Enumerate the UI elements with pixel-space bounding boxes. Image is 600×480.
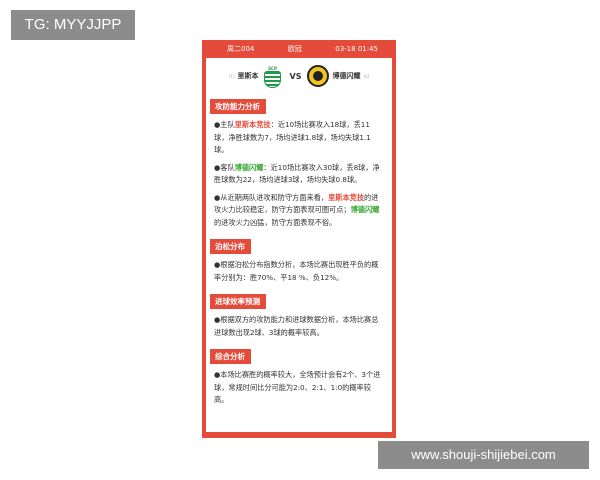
tg-watermark-label: TG: MYYJJPP xyxy=(11,10,135,40)
away-team-highlight: 博德闪耀 xyxy=(234,162,264,172)
poisson-text: ●根据泊松分布指数分析，本场比赛出现胜平负的概率分别为：胜70%、平18 %、负… xyxy=(214,260,379,282)
away-team-tag: [6] xyxy=(363,73,370,79)
home-team-tag: [1] xyxy=(228,73,235,79)
home-team: [1] 里斯本 SCP xyxy=(229,64,284,88)
match-id: 周二004 xyxy=(227,45,255,53)
compare-team-1: 里斯本竞技 xyxy=(328,192,365,202)
home-team-highlight: 里斯本竞技 xyxy=(234,120,271,129)
sporting-logo-icon: SCP xyxy=(262,64,284,88)
bodo-logo-core-icon xyxy=(312,70,325,82)
analysis-content: [1] 里斯本 SCP VS 博德闪耀 [6] 攻防能力分析 ●主队里斯本竞技：… xyxy=(206,58,392,432)
teams-row: [1] 里斯本 SCP VS 博德闪耀 [6] xyxy=(206,58,392,94)
vs-label: VS xyxy=(289,71,302,81)
home-attack-defense-text: ●主队里斯本竞技：近10场比赛攻入18球，丢11球，净胜球数为7，场均进球1.8… xyxy=(214,119,384,157)
away-attack-defense-text: ●客队博德闪耀：近10场比赛攻入30球，丢8球，净胜球数为22，场均进球3球，场… xyxy=(214,162,384,187)
section-title-poisson: 泊松分布 xyxy=(210,239,251,254)
compare-part-3: 的进攻火力凶猛，防守方面表现不俗。 xyxy=(214,217,337,227)
section-title-goal-efficiency: 进球效率预测 xyxy=(210,294,266,309)
goal-efficiency-text: ●根据双方的攻防能力和进球数据分析，本场比赛总进球数出现2球、3球的概率较高。 xyxy=(214,315,379,337)
site-watermark-label: www.shouji-shijiebei.com xyxy=(378,441,589,469)
section-title-attack-defense: 攻防能力分析 xyxy=(210,99,266,114)
away-prefix: ●客队 xyxy=(214,162,235,172)
section-title-summary: 综合分析 xyxy=(210,349,251,364)
compare-text: ●从近期两队进攻和防守方面来看，里斯本竞技的进攻火力比较稳定，防守方面表现可圈可… xyxy=(214,192,384,230)
away-team: 博德闪耀 [6] xyxy=(307,65,369,87)
home-team-name: 里斯本 xyxy=(237,72,259,80)
bodo-glimt-logo-icon xyxy=(307,65,330,87)
home-prefix: ●主队 xyxy=(214,120,235,129)
away-team-name: 博德闪耀 xyxy=(332,72,361,80)
summary-text: ●本场比赛胜的概率较大，全场预计会有2个、3个进球，常规时间比分可能为2:0、2… xyxy=(214,370,381,404)
match-datetime: 03-18 01:45 xyxy=(335,45,378,53)
league-name: 欧冠 xyxy=(287,45,302,53)
match-analysis-card: 周二004 欧冠 03-18 01:45 [1] 里斯本 SCP VS 博德闪耀… xyxy=(202,40,396,438)
compare-part-1: ●从近期两队进攻和防守方面来看， xyxy=(214,192,329,202)
match-header: 周二004 欧冠 03-18 01:45 xyxy=(202,40,396,58)
sporting-shield-icon xyxy=(264,71,282,88)
compare-team-2: 博德闪耀 xyxy=(350,205,380,214)
